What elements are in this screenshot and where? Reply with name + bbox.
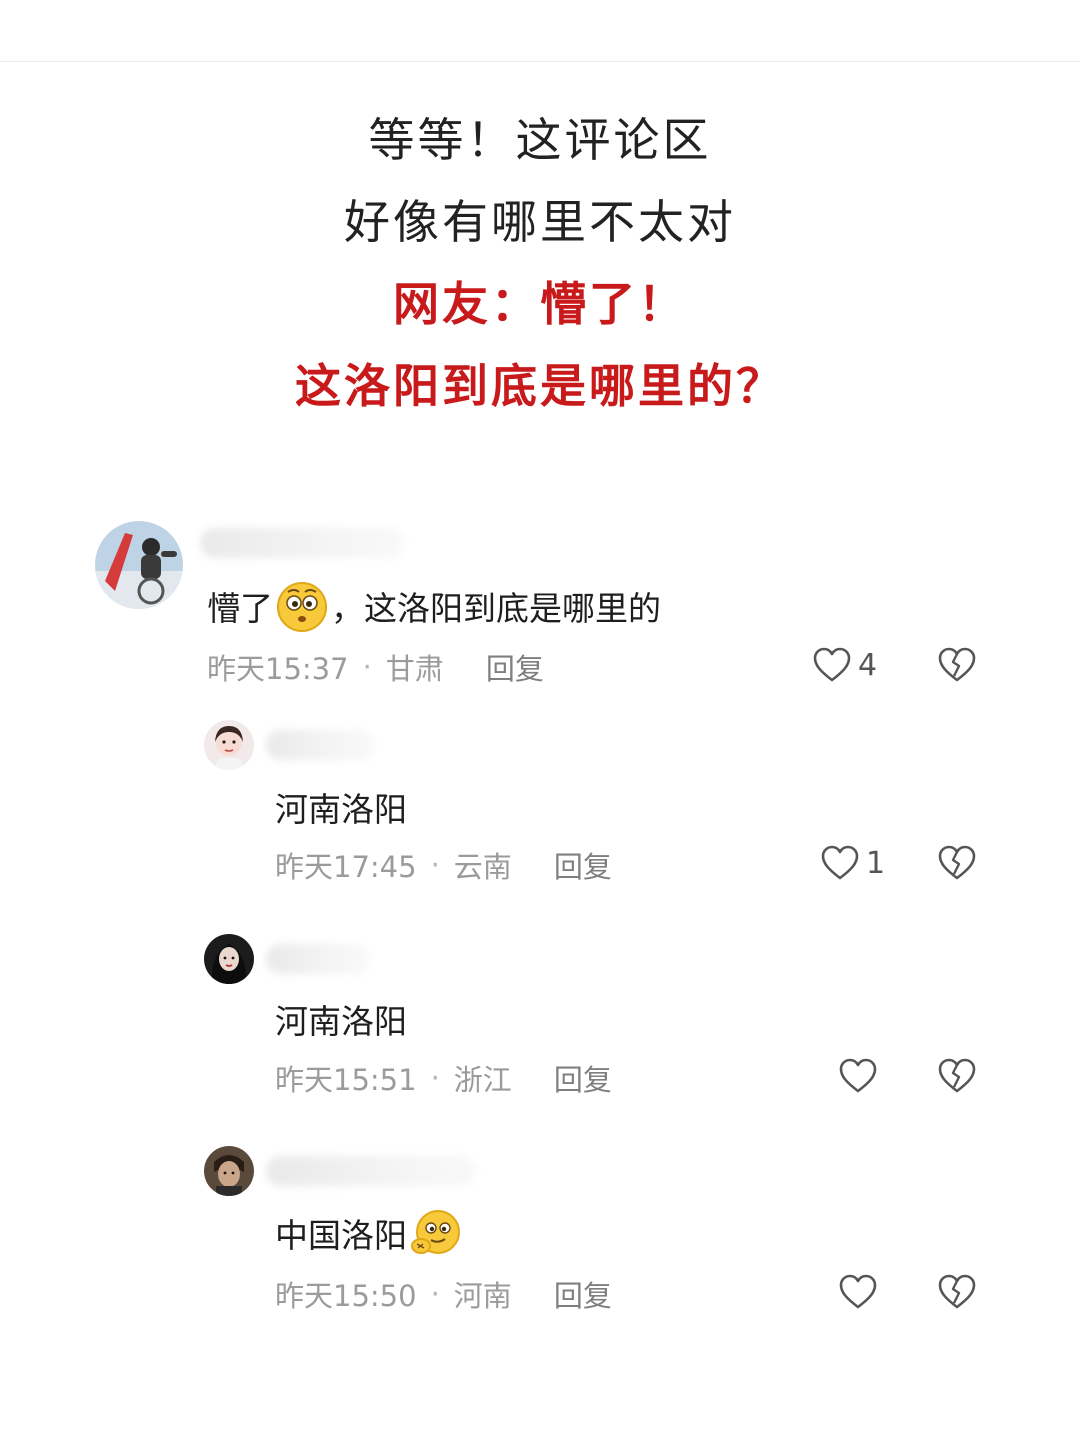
avatar[interactable] [204, 720, 254, 770]
broken-heart-icon [938, 1058, 976, 1093]
like-count: 1 [866, 845, 886, 881]
username-blurred[interactable] [266, 730, 374, 760]
reply-button[interactable]: 回复 [554, 844, 612, 886]
broken-heart-icon [938, 1274, 976, 1309]
heart-icon [813, 647, 851, 682]
comment-location: 河南 [453, 1279, 512, 1313]
avatar[interactable] [204, 1146, 254, 1196]
comment-text-part: ，这洛阳到底是哪里的 [331, 589, 661, 628]
comment-text: 河南洛阳 [275, 1002, 407, 1041]
broken-heart-icon [938, 845, 976, 880]
like-count: 4 [858, 647, 878, 683]
meta-separator: · [430, 1061, 440, 1095]
comment-meta: 昨天15:51 · 浙江 回复 [275, 1059, 612, 1097]
meta-separator: · [430, 848, 440, 882]
headline-line-3: 网友：懵了！ [393, 277, 687, 331]
reply-button[interactable]: 回复 [554, 1273, 612, 1315]
comment-location: 浙江 [453, 1063, 512, 1097]
username-blurred[interactable] [266, 944, 370, 974]
comment-meta: 昨天15:37 · 甘肃 回复 [207, 648, 544, 686]
like-button[interactable]: 4 [812, 646, 877, 684]
comment-meta: 昨天17:45 · 云南 回复 [275, 846, 612, 884]
headline-line-1: 等等！这评论区 [368, 113, 712, 167]
like-button[interactable] [838, 1273, 884, 1311]
comment-meta: 昨天15:50 · 河南 回复 [275, 1275, 612, 1313]
comment-text: 中国洛阳 [275, 1204, 465, 1262]
top-divider [0, 61, 1080, 62]
smirk-face-emoji-icon [409, 1206, 463, 1260]
reply-button[interactable]: 回复 [554, 1057, 612, 1099]
comment-text-part: 懵了 [207, 589, 273, 628]
headline-line-2: 好像有哪里不太对 [344, 195, 736, 249]
comment-time: 昨天17:45 [275, 850, 417, 884]
dislike-button[interactable] [937, 1273, 977, 1311]
heart-icon [839, 1274, 877, 1309]
broken-heart-icon [938, 647, 976, 682]
comment-text: 懵了 ，这洛阳到底是哪里的 [207, 577, 661, 635]
surprised-face-emoji-icon [275, 579, 329, 633]
headline-line-4: 这洛阳到底是哪里的？ [295, 359, 785, 413]
comment-text: 河南洛阳 [275, 790, 407, 829]
dislike-button[interactable] [937, 844, 977, 882]
avatar[interactable] [95, 521, 183, 609]
like-button[interactable]: 1 [820, 844, 885, 882]
comment-text-part: 中国洛阳 [275, 1216, 407, 1255]
comment-time: 昨天15:37 [207, 652, 349, 686]
dislike-button[interactable] [937, 1057, 977, 1095]
heart-icon [821, 845, 859, 880]
username-blurred[interactable] [200, 528, 405, 558]
reply-button[interactable]: 回复 [486, 646, 544, 688]
comment-location: 云南 [453, 850, 512, 884]
heart-icon [839, 1058, 877, 1093]
dislike-button[interactable] [937, 646, 977, 684]
comment-time: 昨天15:51 [275, 1063, 417, 1097]
meta-separator: · [362, 650, 372, 684]
page: 等等！这评论区 好像有哪里不太对 网友：懵了！ 这洛阳到底是哪里的？ 懵了 ，这… [0, 0, 1080, 1440]
comment-time: 昨天15:50 [275, 1279, 417, 1313]
like-button[interactable] [838, 1057, 884, 1095]
comment-location: 甘肃 [385, 652, 444, 686]
meta-separator: · [430, 1277, 440, 1311]
avatar[interactable] [204, 934, 254, 984]
username-blurred[interactable] [266, 1156, 476, 1186]
